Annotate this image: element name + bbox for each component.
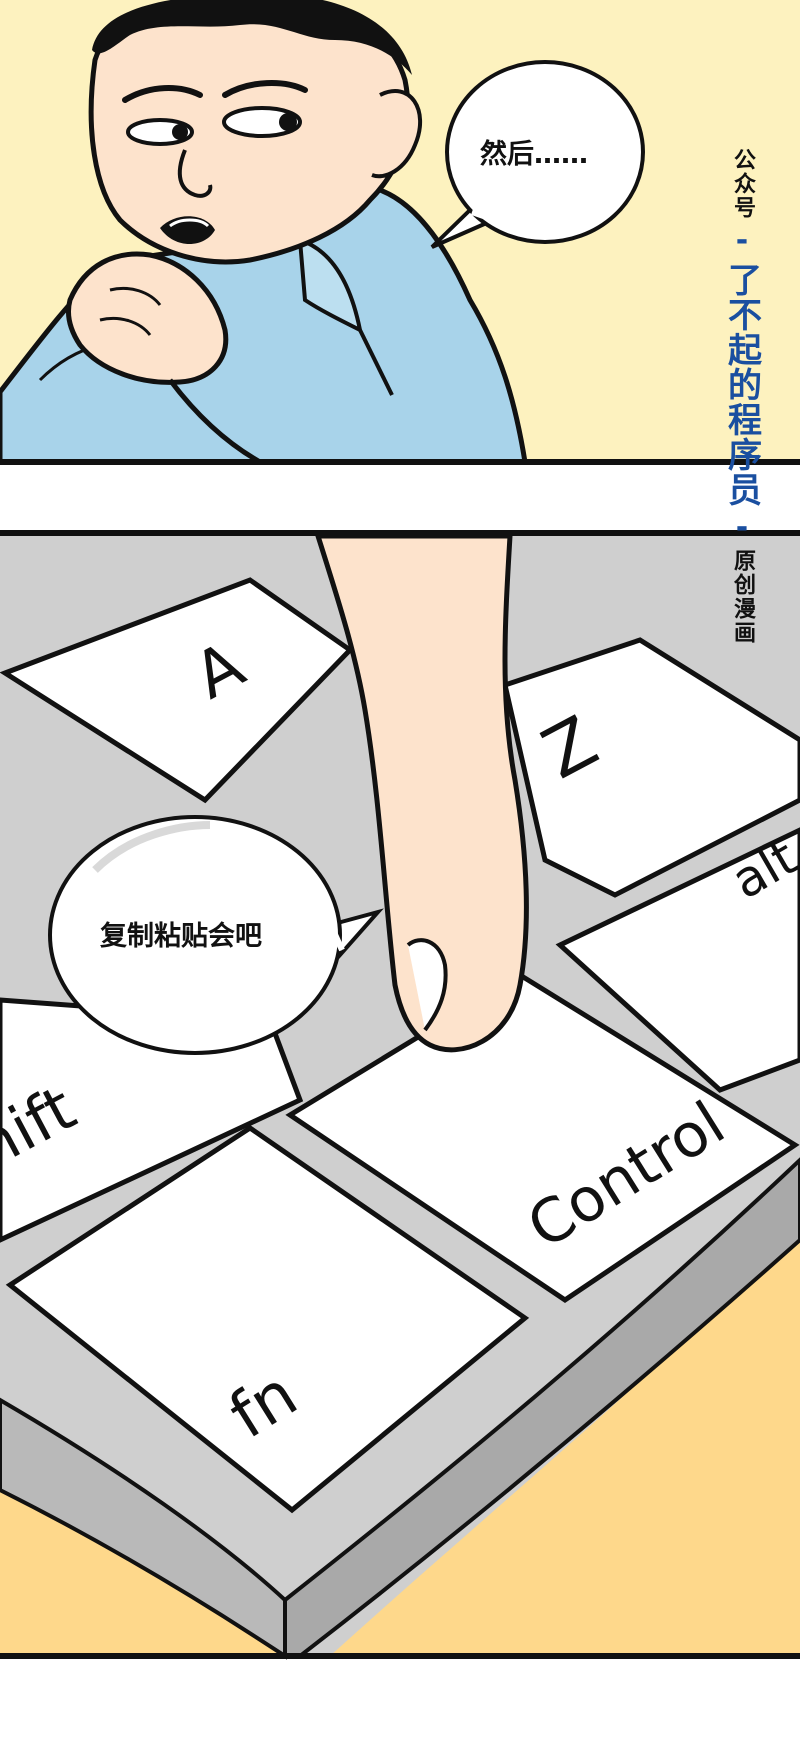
panel-2: A Z alt hift Control fn [0, 533, 800, 1660]
watermark-separator-2: - [735, 510, 749, 545]
comic-artwork: A Z alt hift Control fn [0, 0, 800, 1660]
panel-gap [0, 465, 800, 533]
watermark: 公众号 - 了不起的程序员 - 原创漫画 [718, 148, 766, 645]
speech-bubble-1-text: 然后…… [480, 139, 588, 170]
watermark-name: 了不起的程序员 [721, 262, 762, 507]
panel-1 [0, 0, 800, 465]
watermark-separator-1: - [735, 223, 749, 258]
watermark-suffix: 原创漫画 [730, 549, 755, 645]
speech-bubble-2-text: 复制粘贴会吧 [100, 921, 262, 952]
comic-page: A Z alt hift Control fn 然后…… 复制粘贴会吧 公众号 … [0, 0, 800, 1760]
watermark-prefix: 公众号 [730, 148, 755, 220]
